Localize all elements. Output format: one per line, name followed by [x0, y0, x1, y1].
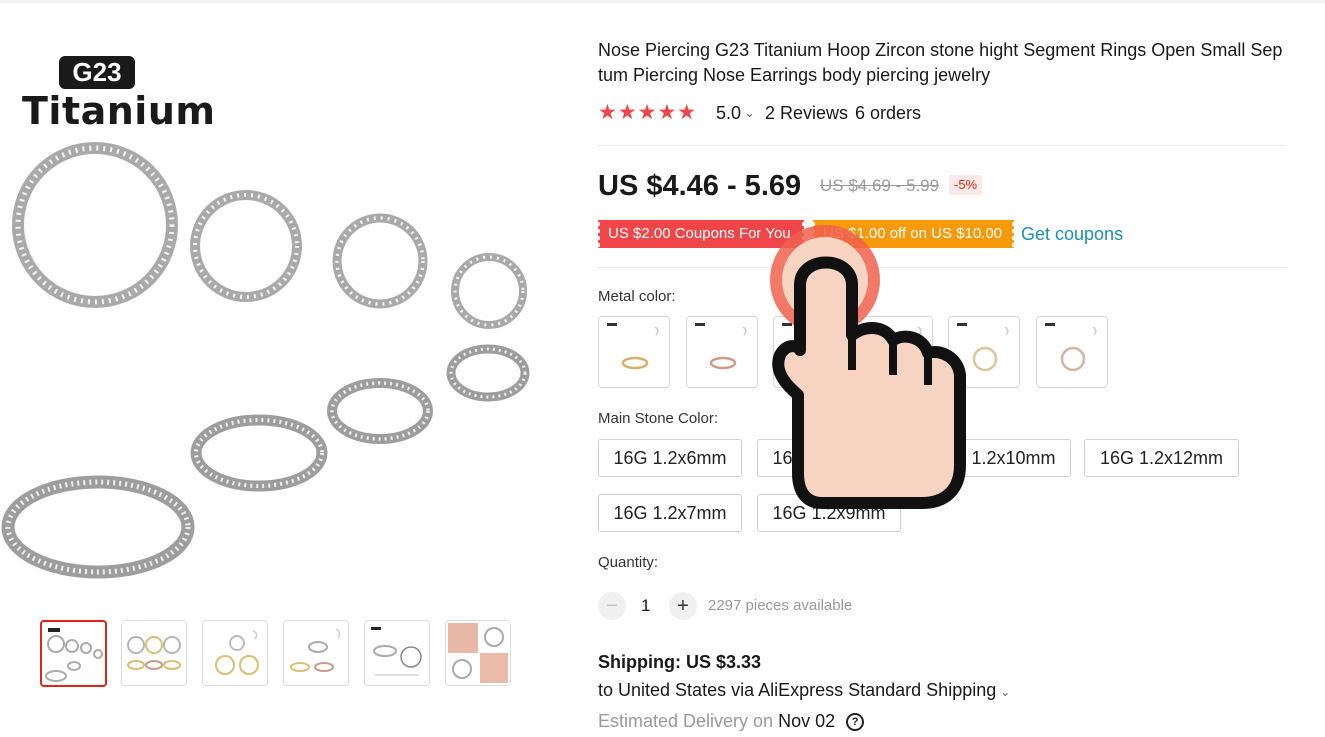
quantity-increase-button[interactable]: + [669, 592, 697, 620]
quantity-input[interactable]: 1 [641, 594, 650, 618]
get-coupons-link[interactable]: Get coupons [1021, 222, 1123, 246]
chevron-down-icon[interactable]: ⌄ [744, 101, 755, 125]
brand-wordmark: Titanium [22, 89, 216, 133]
rating-value[interactable]: 5.0 [716, 101, 741, 125]
metal-color-swatch-2[interactable] [686, 316, 758, 388]
price-original: US $4.69 - 5.99 [820, 176, 940, 195]
chevron-down-icon[interactable]: ⌄ [1000, 685, 1010, 699]
thumbnail-4[interactable] [283, 620, 349, 686]
top-border [0, 0, 1325, 3]
thumbnail-2[interactable] [121, 620, 187, 686]
shipping-cost: Shipping: US $3.33 [598, 652, 762, 672]
thumbnail-1[interactable] [40, 620, 107, 687]
thumbnail-6[interactable] [445, 620, 511, 686]
divider [598, 145, 1286, 146]
metal-color-label: Metal color: [598, 288, 676, 305]
quantity-decrease-button[interactable]: − [598, 592, 626, 620]
discount-badge: -5% [949, 175, 983, 195]
product-main-image[interactable]: G23 Titanium [0, 40, 560, 600]
shipping-method-text: to United States via AliExpress Standard… [598, 680, 997, 700]
delivery-label: Estimated Delivery on [598, 711, 774, 731]
main-stone-color-label: Main Stone Color: [598, 410, 719, 427]
hand-pointer-icon [770, 225, 966, 509]
reviews-link[interactable]: 2 Reviews [765, 101, 848, 125]
estimated-delivery: Estimated Delivery on Nov 02 ? [598, 709, 865, 733]
brand-badge: G23 [59, 56, 135, 89]
size-option-7mm[interactable]: 16G 1.2x7mm [598, 494, 742, 532]
thumbnail-3[interactable] [202, 620, 268, 686]
orders-count: 6 orders [855, 103, 922, 123]
price-current: US $4.46 - 5.69 [598, 170, 802, 202]
pieces-available: 2297 pieces available [708, 597, 853, 614]
thumbnail-5[interactable] [364, 620, 430, 686]
quantity-label: Quantity: [598, 554, 659, 571]
product-title: Nose Piercing G23 Titanium Hoop Zircon s… [598, 40, 1283, 85]
help-icon[interactable]: ? [846, 713, 865, 731]
size-option-12mm[interactable]: 16G 1.2x12mm [1084, 439, 1239, 477]
metal-color-swatch-1[interactable] [598, 316, 670, 388]
size-option-6mm[interactable]: 16G 1.2x6mm [598, 439, 742, 477]
delivery-date: Nov 02 [778, 711, 836, 731]
shipping-method[interactable]: to United States via AliExpress Standard… [598, 678, 1010, 704]
rating-stars: ★★★★★ [598, 101, 698, 124]
metal-color-swatch-6[interactable] [1036, 316, 1108, 388]
